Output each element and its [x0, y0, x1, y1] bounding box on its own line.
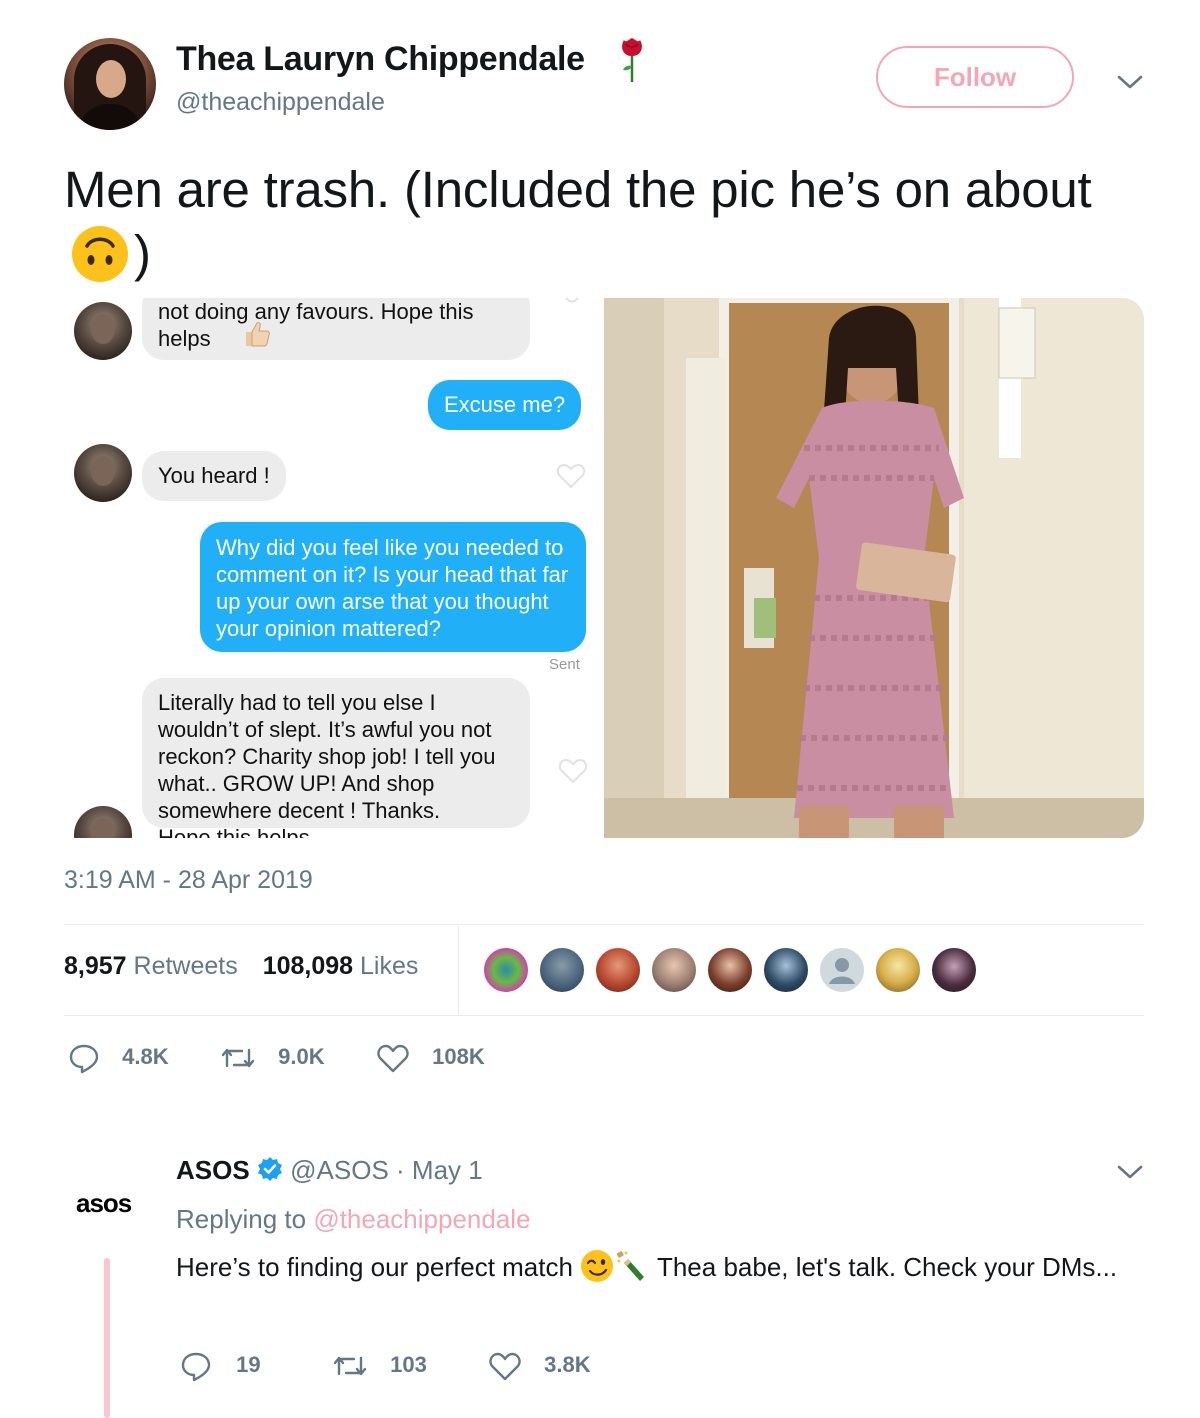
likes-stat[interactable]: 108,098 Likes: [263, 952, 419, 980]
dm-sender-avatar: [74, 806, 132, 838]
retweet-icon: [221, 1048, 255, 1068]
replying-prefix: Replying to: [176, 1204, 307, 1234]
retweets-stat[interactable]: 8,957 Retweets: [64, 952, 238, 980]
dm-message-cut: Hope this helps: [158, 825, 310, 838]
rose-icon: [622, 38, 642, 82]
chevron-down-icon[interactable]: [1116, 1162, 1144, 1182]
tweet-text-close: ): [134, 225, 151, 282]
winking-face-icon: [581, 1250, 614, 1282]
reply-retweet-count: 103: [390, 1351, 427, 1377]
thread-line: [104, 1258, 110, 1418]
dm-message-in: Literally had to tell you else I wouldn’…: [142, 678, 530, 828]
dm-sender-avatar: [74, 444, 132, 502]
dm-sender-avatar: [74, 302, 132, 360]
liker-avatar[interactable]: [650, 946, 698, 994]
reply-reply-action[interactable]: 19: [180, 1350, 261, 1382]
photo-illustration: [604, 298, 1144, 838]
reply-like-action[interactable]: 3.8K: [488, 1350, 591, 1382]
reply-icon: [69, 1044, 99, 1074]
reply-icon: [181, 1352, 211, 1382]
default-avatar-icon[interactable]: [818, 946, 866, 994]
tweet-stats: 8,957 Retweets 108,098 Likes: [64, 952, 418, 981]
liker-avatar[interactable]: [482, 946, 530, 994]
tweet-text: Men are trash. (Included the pic he’s on…: [64, 158, 1144, 288]
dress-photo-image[interactable]: [604, 298, 1144, 838]
replying-to: Replying to @theachippendale: [176, 1204, 531, 1235]
retweets-count: 8,957: [64, 952, 127, 980]
reply-reply-count: 19: [236, 1351, 261, 1377]
thumbs-up-icon: [246, 322, 270, 347]
asos-logo[interactable]: asos: [76, 1188, 132, 1219]
stats-divider: [458, 926, 459, 1016]
dm-sent-status: Sent: [549, 656, 580, 673]
liker-avatar[interactable]: [594, 946, 642, 994]
reply-like-count: 3.8K: [544, 1351, 591, 1377]
reply-text-part2: Thea babe, let's talk. Check your DMs...: [656, 1252, 1118, 1282]
replying-handle-link[interactable]: @theachippendale: [313, 1204, 530, 1234]
divider: [64, 1015, 1144, 1016]
retweets-label: Retweets: [133, 952, 238, 980]
heart-icon: [489, 1352, 521, 1381]
heart-outline-icon: [564, 298, 580, 303]
chevron-down-icon[interactable]: [1116, 72, 1144, 92]
follow-button[interactable]: Follow: [876, 46, 1074, 108]
reply-count: 4.8K: [122, 1043, 169, 1069]
verified-badge-icon: [257, 1157, 282, 1181]
like-action[interactable]: 108K: [376, 1042, 485, 1074]
liker-avatar[interactable]: [538, 946, 586, 994]
reply-text: Here’s to finding our perfect match Thea…: [176, 1248, 1136, 1286]
tweet-timestamp[interactable]: 3:19 AM - 28 Apr 2019: [64, 866, 313, 895]
author-avatar[interactable]: [64, 38, 156, 130]
heart-outline-icon: [558, 758, 588, 784]
liker-avatar[interactable]: [930, 946, 978, 994]
dm-message-out: Excuse me?: [428, 380, 582, 430]
reply-handle-date: @ASOS · May 1: [290, 1155, 483, 1185]
bottle-popping-cork-icon: [616, 1251, 645, 1281]
author-handle[interactable]: @theachippendale: [176, 88, 385, 117]
reply-display-name: ASOS: [176, 1155, 250, 1185]
retweet-count: 9.0K: [278, 1043, 325, 1069]
tweet-text-body: Men are trash. (Included the pic he’s on…: [64, 161, 1092, 218]
heart-icon: [377, 1044, 409, 1073]
reply-retweet-action[interactable]: 103: [332, 1350, 427, 1382]
retweet-icon: [333, 1356, 367, 1376]
like-count: 108K: [432, 1043, 485, 1069]
dm-message-in: not doing any favours. Hope this helps: [142, 298, 530, 360]
dm-message-out: Why did you feel like you needed to comm…: [200, 522, 586, 652]
retweet-action[interactable]: 9.0K: [220, 1042, 325, 1074]
likes-count: 108,098: [262, 952, 354, 980]
dm-screenshot-image[interactable]: not doing any favours. Hope this helps E…: [64, 298, 600, 838]
reply-text-part1: Here’s to finding our perfect match: [176, 1252, 573, 1282]
author-display-name[interactable]: Thea Lauryn Chippendale: [176, 40, 585, 79]
liker-avatar[interactable]: [762, 946, 810, 994]
reply-author[interactable]: ASOS @ASOS · May 1: [176, 1155, 483, 1186]
liker-avatar[interactable]: [706, 946, 754, 994]
divider: [64, 924, 1144, 925]
upside-down-face-icon: [72, 225, 128, 282]
heart-outline-icon: [556, 463, 586, 489]
reply-action[interactable]: 4.8K: [68, 1042, 169, 1074]
dm-message-in: You heard !: [142, 451, 286, 501]
likes-label: Likes: [360, 952, 419, 980]
liker-avatar[interactable]: [874, 946, 922, 994]
